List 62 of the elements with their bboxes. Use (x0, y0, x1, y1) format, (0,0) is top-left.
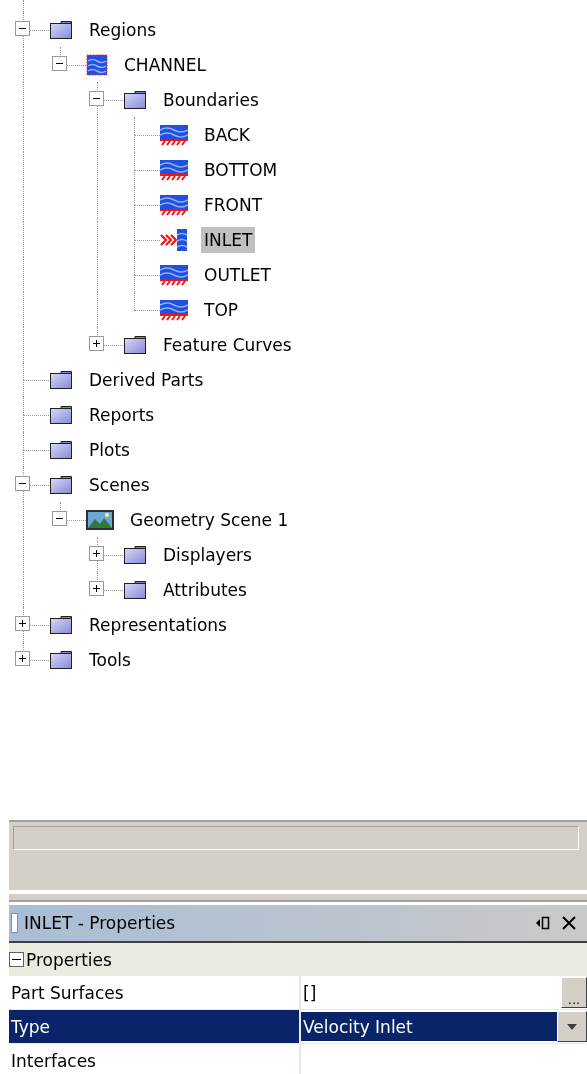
expand-toggle[interactable] (15, 651, 30, 666)
folder-icon (123, 334, 147, 355)
tree-item[interactable]: CHANNEL (121, 51, 209, 78)
property-name[interactable]: Type (9, 1010, 301, 1043)
folder-icon (49, 369, 73, 390)
category-label: Properties (26, 949, 112, 970)
expand-toggle[interactable] (89, 581, 104, 596)
close-icon[interactable] (561, 915, 577, 931)
tree-item[interactable]: Regions (86, 16, 160, 43)
tree-item[interactable]: Derived Parts (86, 366, 207, 393)
wave-wall-icon (160, 298, 188, 321)
tree-item[interactable]: Feature Curves (160, 331, 295, 358)
tree-item[interactable]: FRONT (201, 191, 266, 218)
grip-icon[interactable] (11, 913, 18, 933)
panel-title: INLET - Properties (24, 913, 177, 933)
splitter-bar[interactable] (9, 892, 587, 902)
folder-icon (49, 439, 73, 460)
folder-icon (123, 544, 147, 565)
expand-toggle[interactable] (15, 616, 30, 631)
property-value[interactable]: [] (301, 978, 561, 1007)
folder-icon (49, 614, 73, 635)
tree-item[interactable]: TOP (201, 296, 242, 323)
collapse-toggle[interactable] (15, 21, 30, 36)
tree-item[interactable]: Tools (86, 646, 134, 673)
inlet-arrows-icon (160, 227, 188, 252)
caret-icon (567, 1023, 577, 1030)
tree-item[interactable]: OUTLET (201, 261, 274, 288)
expand-toggle[interactable] (89, 336, 104, 351)
collapse-toggle[interactable] (52, 56, 67, 71)
folder-icon (123, 579, 147, 600)
wave-wall-icon (160, 123, 188, 146)
collapse-toggle[interactable] (52, 511, 67, 526)
wave-wall-icon (160, 158, 188, 181)
tree-item[interactable]: Displayers (160, 541, 255, 568)
folder-icon (123, 89, 147, 110)
tree-item[interactable]: BACK (201, 121, 253, 148)
collapse-toggle[interactable] (89, 91, 104, 106)
pin-icon[interactable] (535, 915, 551, 931)
tree-item[interactable]: Scenes (86, 471, 153, 498)
folder-icon (49, 404, 73, 425)
collapse-toggle[interactable] (15, 476, 30, 491)
wave-wall-icon (160, 193, 188, 216)
property-value[interactable]: Velocity Inlet (301, 1012, 557, 1041)
region-icon (86, 53, 108, 76)
folder-icon (49, 19, 73, 40)
dropdown-button[interactable] (557, 1011, 587, 1042)
collapse-toggle[interactable] (9, 952, 24, 967)
property-name[interactable]: Interfaces (9, 1044, 301, 1074)
tree-item[interactable]: Attributes (160, 576, 250, 603)
tree-item[interactable]: Representations (86, 611, 230, 638)
tree-item[interactable]: Plots (86, 436, 133, 463)
tree-item[interactable]: Boundaries (160, 86, 262, 113)
wave-wall-icon (160, 263, 188, 286)
tree-item[interactable]: BOTTOM (201, 156, 281, 183)
folder-icon (49, 474, 73, 495)
expand-toggle[interactable] (89, 546, 104, 561)
landscape-icon (86, 509, 114, 530)
folder-icon (49, 649, 73, 670)
tree-item[interactable]: INLET (201, 226, 256, 253)
browse-button[interactable]: ... (561, 977, 587, 1008)
tree-item[interactable]: Geometry Scene 1 (127, 506, 292, 533)
tree-item[interactable]: Reports (86, 401, 158, 428)
